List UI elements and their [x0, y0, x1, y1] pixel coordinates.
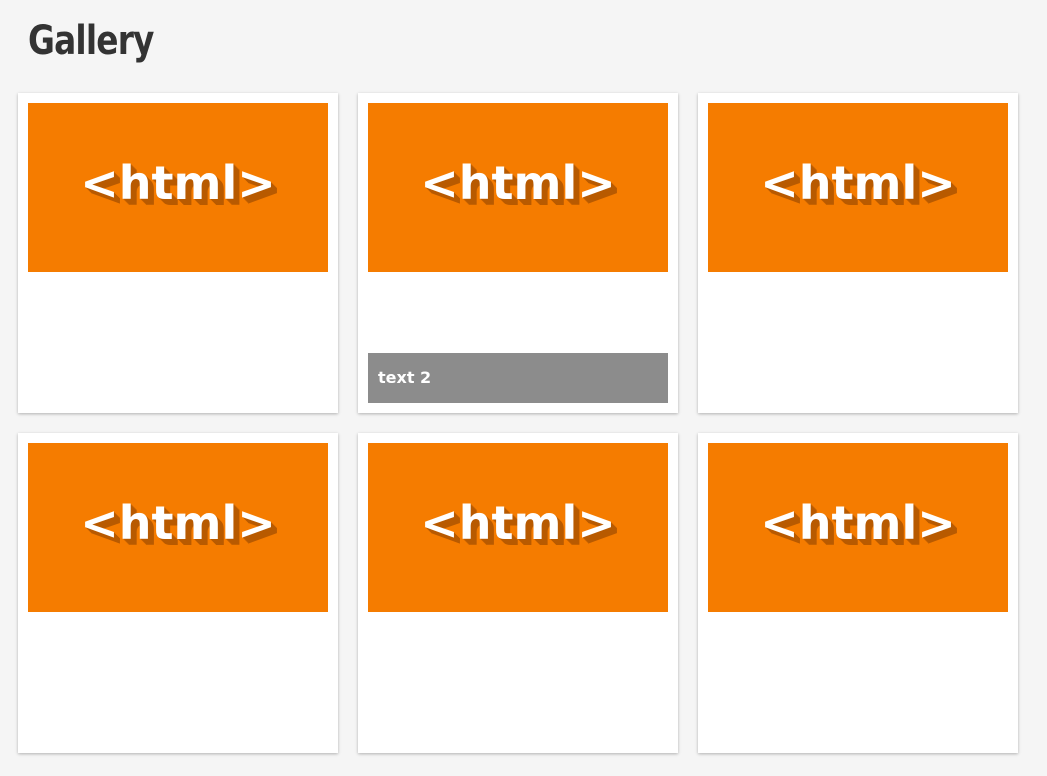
logo-text: <html>	[80, 496, 276, 550]
gallery-card[interactable]: <html> <html> <html> <html> <html> <html> <htm…	[358, 93, 678, 413]
gallery-card[interactable]: <html> <html> <html> <html> <html> <html> <htm…	[18, 433, 338, 753]
page-title: Gallery	[28, 18, 154, 64]
thumbnail-image[interactable]: <html> <html> <html> <html> <html> <html> <htm…	[368, 103, 668, 272]
thumbnail-image[interactable]: <html> <html> <html> <html> <html> <html> <htm…	[28, 103, 328, 272]
gallery-card[interactable]: <html> <html> <html> <html> <html> <html> <htm…	[698, 93, 1018, 413]
gallery-card[interactable]: <html> <html> <html> <html> <html> <html> <htm…	[18, 93, 338, 413]
logo-text: <html>	[420, 496, 616, 550]
logo-text: <html>	[420, 156, 616, 210]
logo-text: <html>	[80, 156, 276, 210]
logo-text: <html>	[760, 156, 956, 210]
html-logo-graphic: <html><html><html><html><html><html><htm…	[420, 496, 622, 556]
card-caption: text 2	[368, 353, 668, 403]
html-logo-graphic: <html><html><html><html><html><html><htm…	[80, 496, 282, 556]
html-logo-graphic: <html><html><html><html><html><html><htm…	[420, 156, 622, 216]
thumbnail-image[interactable]: <html> <html> <html> <html> <html> <html> <htm…	[368, 443, 668, 612]
html-logo-graphic: <html><html><html><html><html><html><htm…	[80, 156, 282, 216]
html-logo-graphic: <html><html><html><html><html><html><htm…	[760, 156, 962, 216]
thumbnail-image[interactable]: <html> <html> <html> <html> <html> <html> <htm…	[28, 443, 328, 612]
html-logo-graphic: <html><html><html><html><html><html><htm…	[760, 496, 962, 556]
gallery-grid: <html> <html> <html> <html> <html> <html> <htm…	[18, 93, 1018, 753]
thumbnail-image[interactable]: <html> <html> <html> <html> <html> <html> <htm…	[708, 103, 1008, 272]
gallery-card[interactable]: <html> <html> <html> <html> <html> <html> <htm…	[698, 433, 1018, 753]
logo-text: <html>	[760, 496, 956, 550]
gallery-card[interactable]: <html> <html> <html> <html> <html> <html> <htm…	[358, 433, 678, 753]
thumbnail-image[interactable]: <html> <html> <html> <html> <html> <html> <htm…	[708, 443, 1008, 612]
gallery-page: Gallery <html> <html> <html> <html> <html> <h…	[0, 0, 1047, 776]
